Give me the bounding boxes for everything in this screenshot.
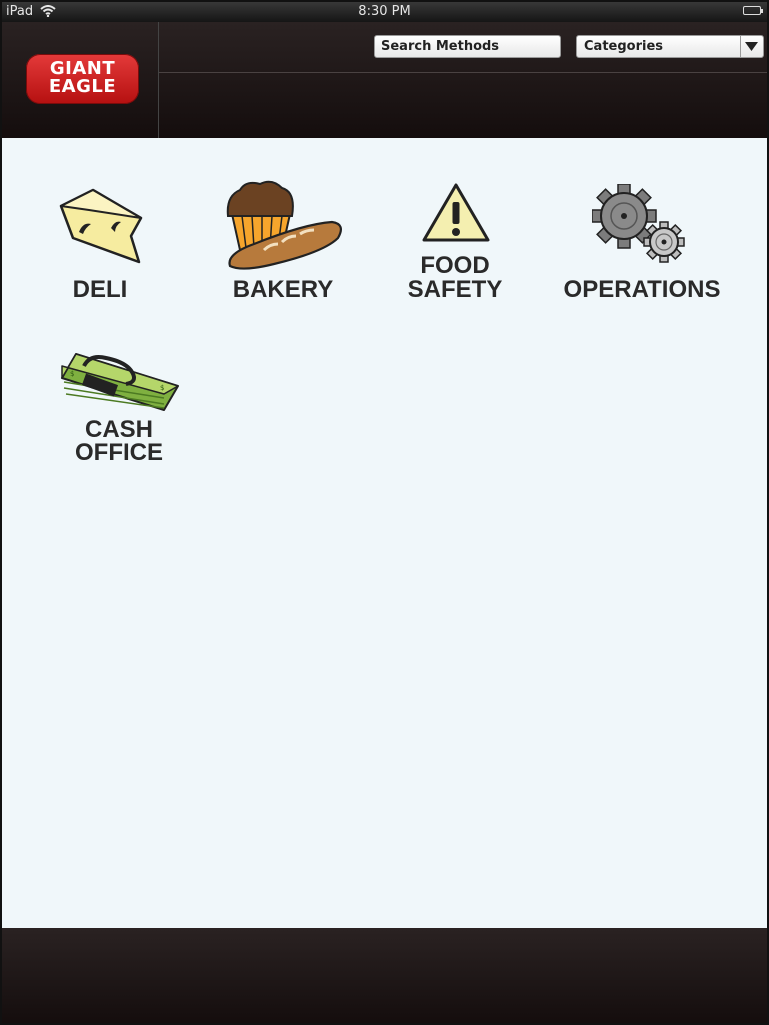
app-header: GIANT EAGLE Categories [2, 22, 767, 138]
tile-label-line-2: SAFETY [407, 276, 503, 303]
chevron-down-icon [745, 42, 758, 51]
tile-cash-office[interactable]: $ $ CASH OFFICE [58, 348, 180, 468]
tile-label: BAKERY [232, 276, 334, 303]
tile-label-line-2: OFFICE [75, 439, 163, 466]
tile-label: OPERATIONS [563, 276, 721, 303]
giant-eagle-logo[interactable]: GIANT EAGLE [26, 54, 139, 104]
logo-line-2: EAGLE [48, 76, 117, 97]
categories-dropdown[interactable]: Categories [576, 35, 764, 58]
tile-food-safety[interactable]: FOOD SAFETY [400, 178, 510, 308]
svg-text:$: $ [70, 370, 74, 378]
logo-area: GIANT EAGLE [2, 22, 159, 138]
categories-selected-value: Categories [584, 39, 664, 54]
header-controls: Categories [159, 22, 767, 138]
gears-icon [591, 183, 690, 272]
tile-label: DELI [72, 276, 128, 303]
tile-label-line-1: FOOD [420, 252, 490, 279]
app-window: iPad 8:30 PM GIANT EAGLE Categories [0, 0, 769, 1025]
dropdown-arrow-button[interactable] [740, 36, 763, 57]
tile-bakery[interactable]: BAKERY [222, 178, 344, 308]
bakery-icon [224, 180, 344, 276]
clock: 8:30 PM [358, 4, 411, 19]
warning-icon [422, 182, 490, 246]
tile-deli[interactable]: DELI [52, 178, 148, 308]
tile-operations[interactable]: OPERATIONS [560, 178, 724, 308]
svg-text:$: $ [160, 384, 164, 392]
battery-icon [743, 6, 763, 15]
search-input[interactable] [374, 35, 561, 58]
cheese-icon [59, 188, 143, 268]
money-icon: $ $ [60, 350, 180, 416]
status-bar: iPad 8:30 PM [2, 2, 767, 22]
header-divider [159, 72, 767, 73]
footer-bar [2, 928, 767, 1023]
